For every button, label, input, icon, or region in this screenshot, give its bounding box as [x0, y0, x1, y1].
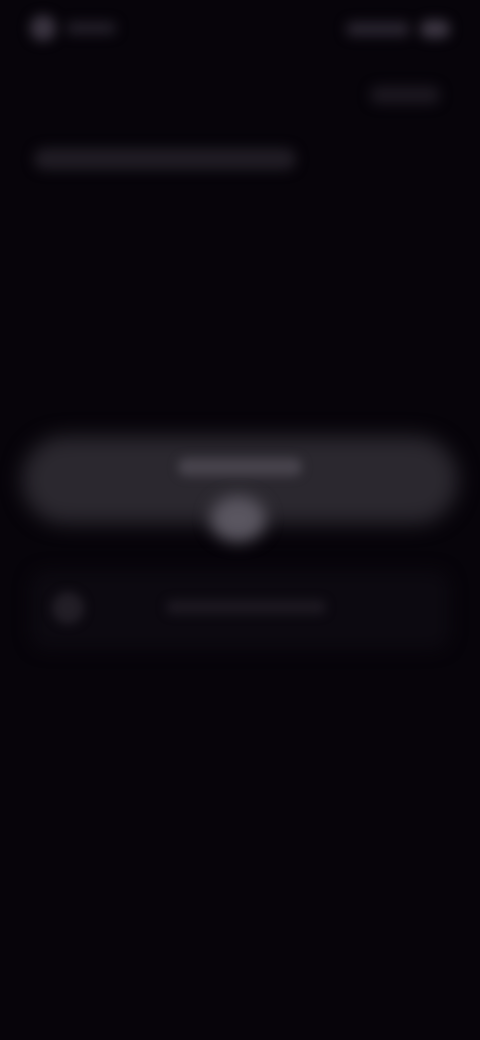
top-right-action-button[interactable] — [370, 86, 440, 104]
list-row-label — [166, 600, 326, 614]
status-time-placeholder — [66, 22, 116, 34]
signal-indicators — [346, 22, 410, 36]
toggle-knob-icon[interactable] — [210, 496, 266, 542]
status-dot-icon — [30, 15, 56, 41]
status-bar-right — [340, 16, 450, 42]
app-screen — [0, 0, 480, 1040]
primary-action-label — [178, 458, 302, 476]
battery-icon — [420, 20, 450, 38]
page-heading — [34, 148, 296, 170]
status-bar-left — [30, 14, 130, 42]
list-row-icon — [52, 592, 84, 624]
